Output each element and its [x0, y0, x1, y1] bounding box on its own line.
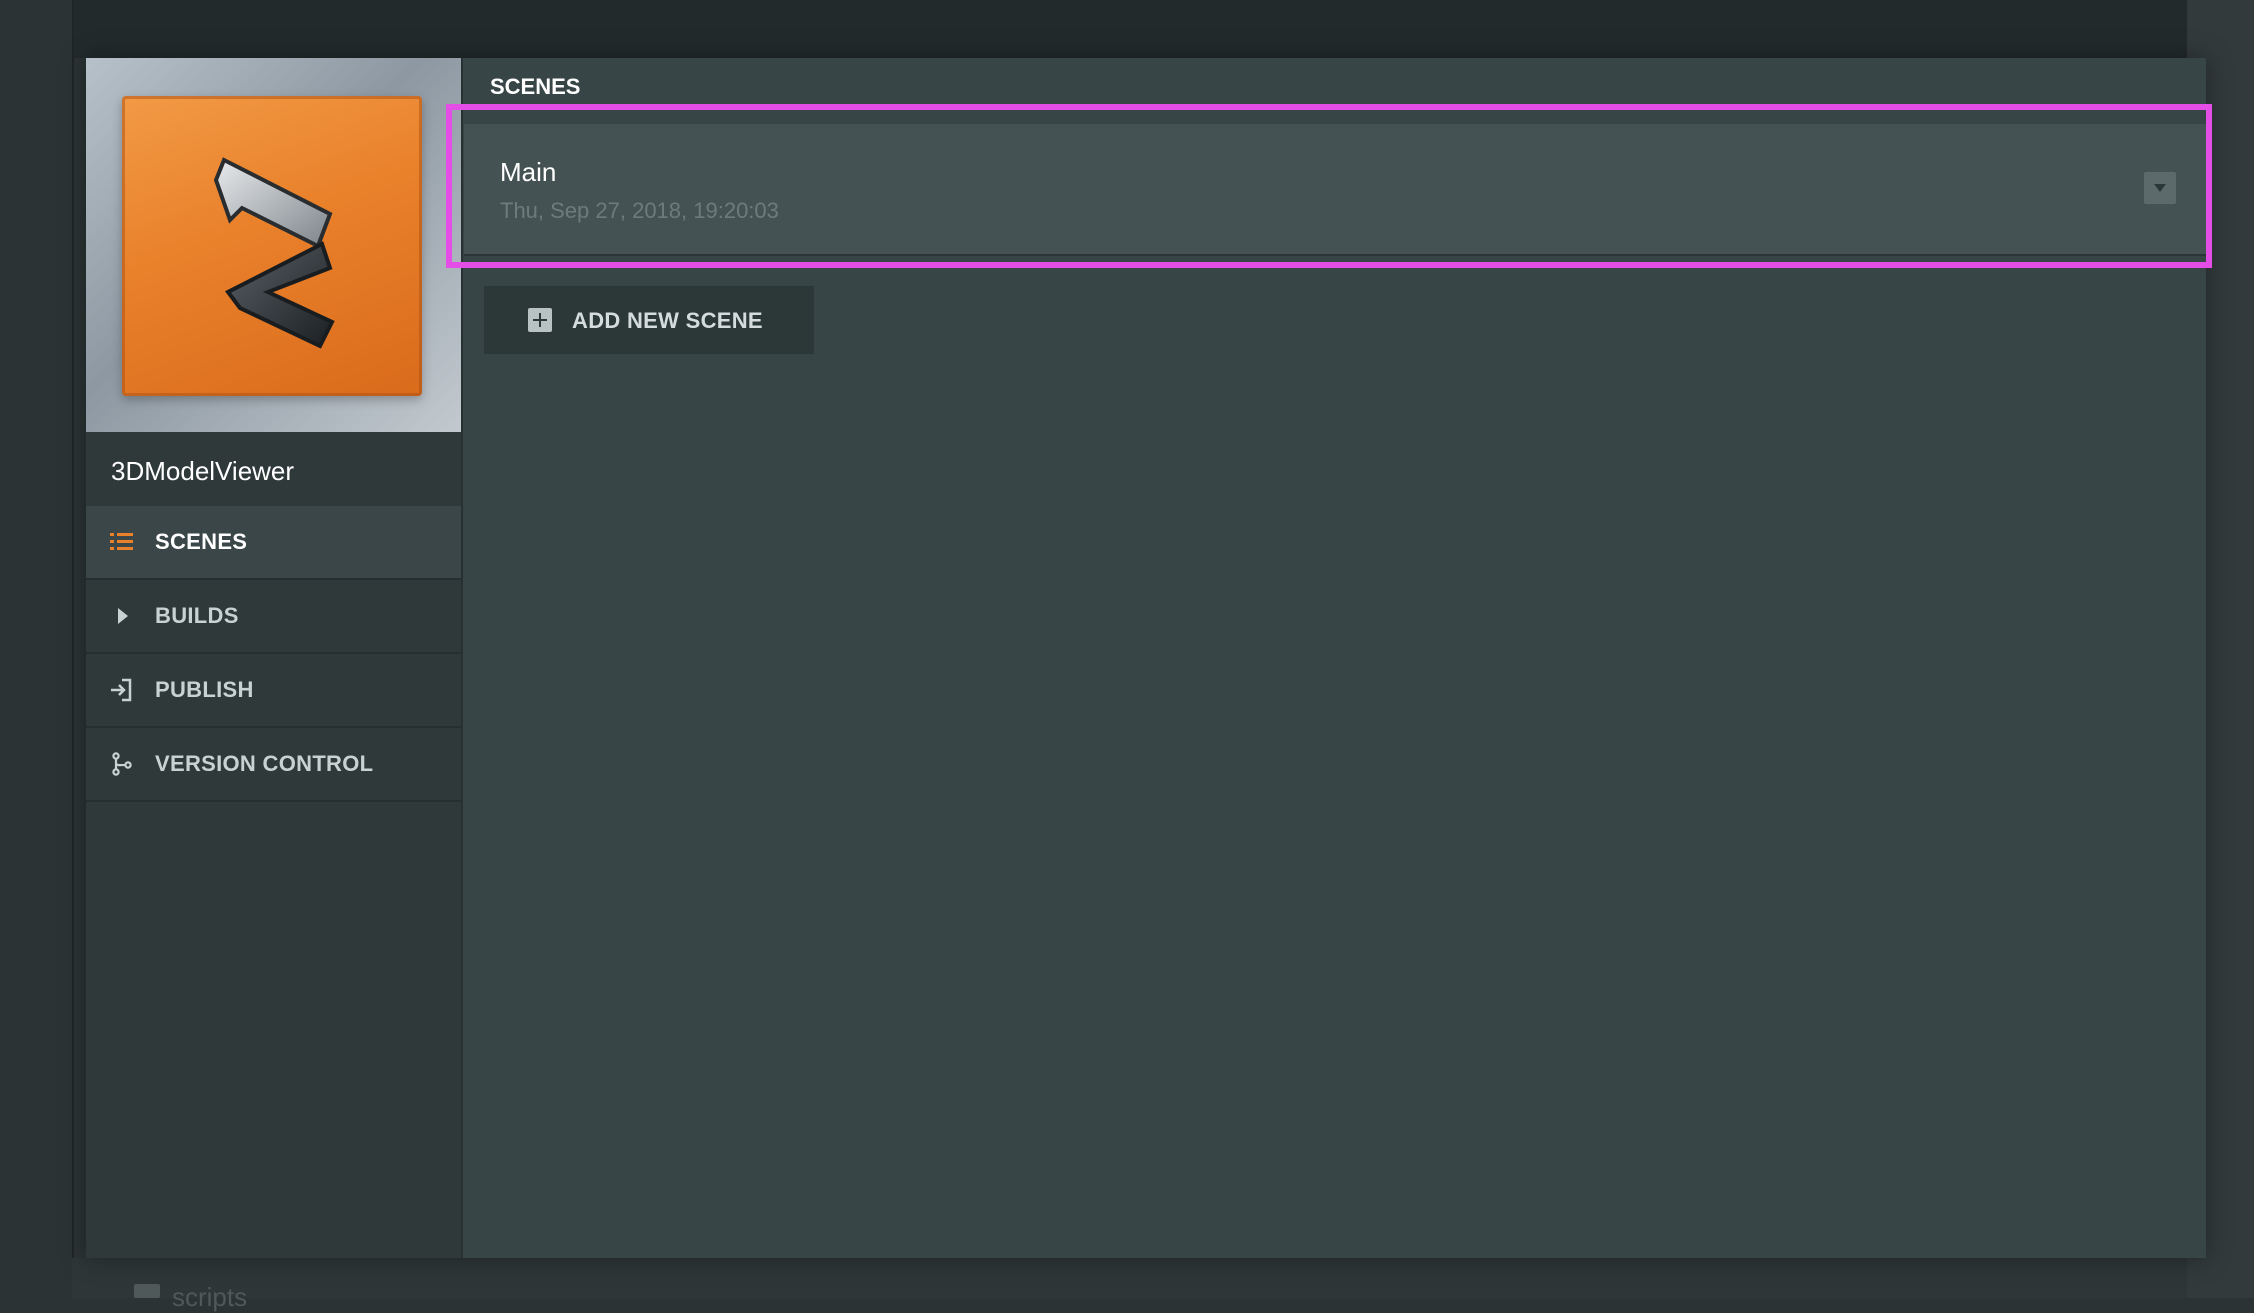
play-icon: [108, 602, 136, 630]
sidebar-item-scenes[interactable]: SCENES: [86, 506, 461, 580]
scene-list-item[interactable]: Main Thu, Sep 27, 2018, 19:20:03: [464, 124, 2206, 256]
branch-icon: [108, 750, 136, 778]
background-file-tree: [72, 1258, 2187, 1298]
list-icon: [108, 528, 136, 556]
chevron-down-icon: [2154, 184, 2166, 192]
scene-name: Main: [500, 157, 557, 187]
sidebar: 3DModelViewer SCENES BUILDS PUBLISH VERS…: [86, 58, 463, 1258]
add-new-scene-label: ADD NEW SCENE: [572, 308, 763, 333]
sidebar-item-publish[interactable]: PUBLISH: [86, 654, 461, 728]
sidebar-item-version-control[interactable]: VERSION CONTROL: [86, 728, 461, 802]
add-new-scene-button[interactable]: ADD NEW SCENE: [484, 286, 814, 354]
publish-icon: [108, 676, 136, 704]
sidebar-item-label: SCENES: [155, 529, 248, 554]
section-title: SCENES: [490, 74, 581, 99]
project-logo-icon: [122, 96, 422, 396]
folder-icon: [134, 1284, 160, 1298]
project-thumbnail: [86, 58, 461, 432]
project-name-label: 3DModelViewer: [111, 456, 295, 486]
project-name: 3DModelViewer: [86, 432, 461, 508]
scene-dropdown-button[interactable]: [2144, 172, 2176, 204]
sidebar-item-label: PUBLISH: [155, 677, 254, 702]
scene-modified-date: Thu, Sep 27, 2018, 19:20:03: [500, 198, 779, 223]
background-topbar: [72, 0, 2187, 58]
sidebar-item-builds[interactable]: BUILDS: [86, 580, 461, 654]
plus-icon: [528, 308, 552, 332]
project-dialog: 3DModelViewer SCENES BUILDS PUBLISH VERS…: [86, 58, 2206, 1258]
background-divider: [72, 0, 74, 1298]
sidebar-item-label: VERSION CONTROL: [155, 751, 374, 776]
sidebar-item-label: BUILDS: [155, 603, 239, 628]
